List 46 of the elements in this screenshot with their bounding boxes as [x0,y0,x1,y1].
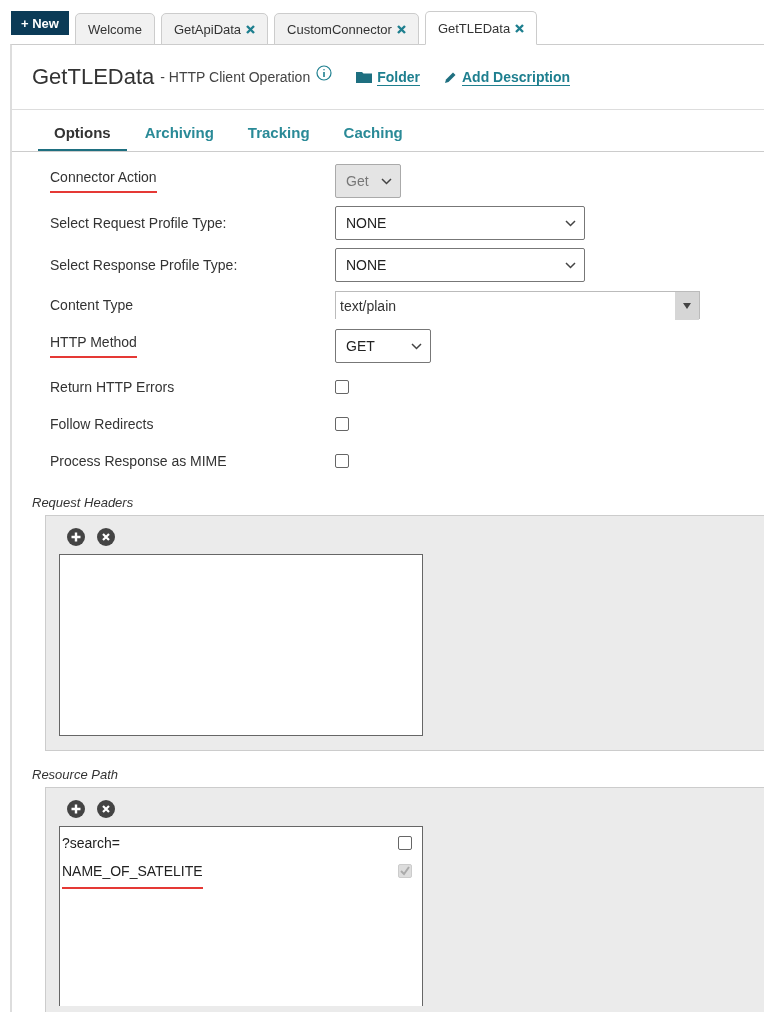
checkbox[interactable] [335,453,349,468]
tab[interactable]: Caching [327,120,419,151]
dropdown[interactable]: NONE [335,206,585,240]
field-label: Process Response as MIME [50,452,227,469]
chevron-down-icon [565,261,576,269]
close-icon[interactable] [515,23,525,33]
remove-icon[interactable] [97,528,115,546]
add-icon[interactable] [67,800,85,818]
info-icon[interactable] [316,65,333,81]
tab[interactable]: GetTLEData [424,11,538,45]
page-title: GetTLEData [32,64,155,90]
new-button[interactable]: + New [11,11,69,35]
tab[interactable]: Archiving [128,120,230,151]
field-label: Follow Redirects [50,415,154,432]
folder-icon [356,71,373,83]
field-label: Select Request Profile Type: [50,215,227,231]
field-label: Content Type [50,297,134,313]
close-icon[interactable] [246,24,256,34]
checkbox[interactable] [335,416,349,431]
chevron-down-icon [381,177,392,185]
pencil-icon [443,70,457,84]
tab[interactable]: Options [38,120,127,151]
add-icon[interactable] [67,528,85,546]
dropdown[interactable]: GET [335,329,431,363]
checkbox[interactable] [335,379,349,394]
close-icon[interactable] [396,24,406,34]
checkbox[interactable] [398,836,412,850]
remove-icon[interactable] [97,800,115,818]
field-label: HTTP Method [50,334,137,358]
section-title: Request Headers [32,495,135,510]
combo-field[interactable]: text/plain [335,291,700,319]
tab[interactable]: Welcome [74,13,155,45]
chevron-down-icon [411,342,422,350]
add-description-link[interactable]: Add Description [461,68,571,86]
list-item[interactable]: ?search= [62,835,120,851]
tab[interactable]: GetApiData [160,13,269,45]
page-subtitle: - HTTP Client Operation [160,69,311,85]
field-label: Connector Action [50,169,157,193]
folder-link[interactable]: Folder [377,68,420,86]
tab[interactable]: Tracking [231,120,326,151]
tab[interactable]: CustomConnector [274,13,419,45]
dropdown[interactable]: NONE [335,248,585,282]
field-label: Select Response Profile Type: [50,257,238,273]
section-title: Resource Path [32,767,119,782]
chevron-down-icon [565,219,576,227]
field-label: Return HTTP Errors [50,378,175,395]
